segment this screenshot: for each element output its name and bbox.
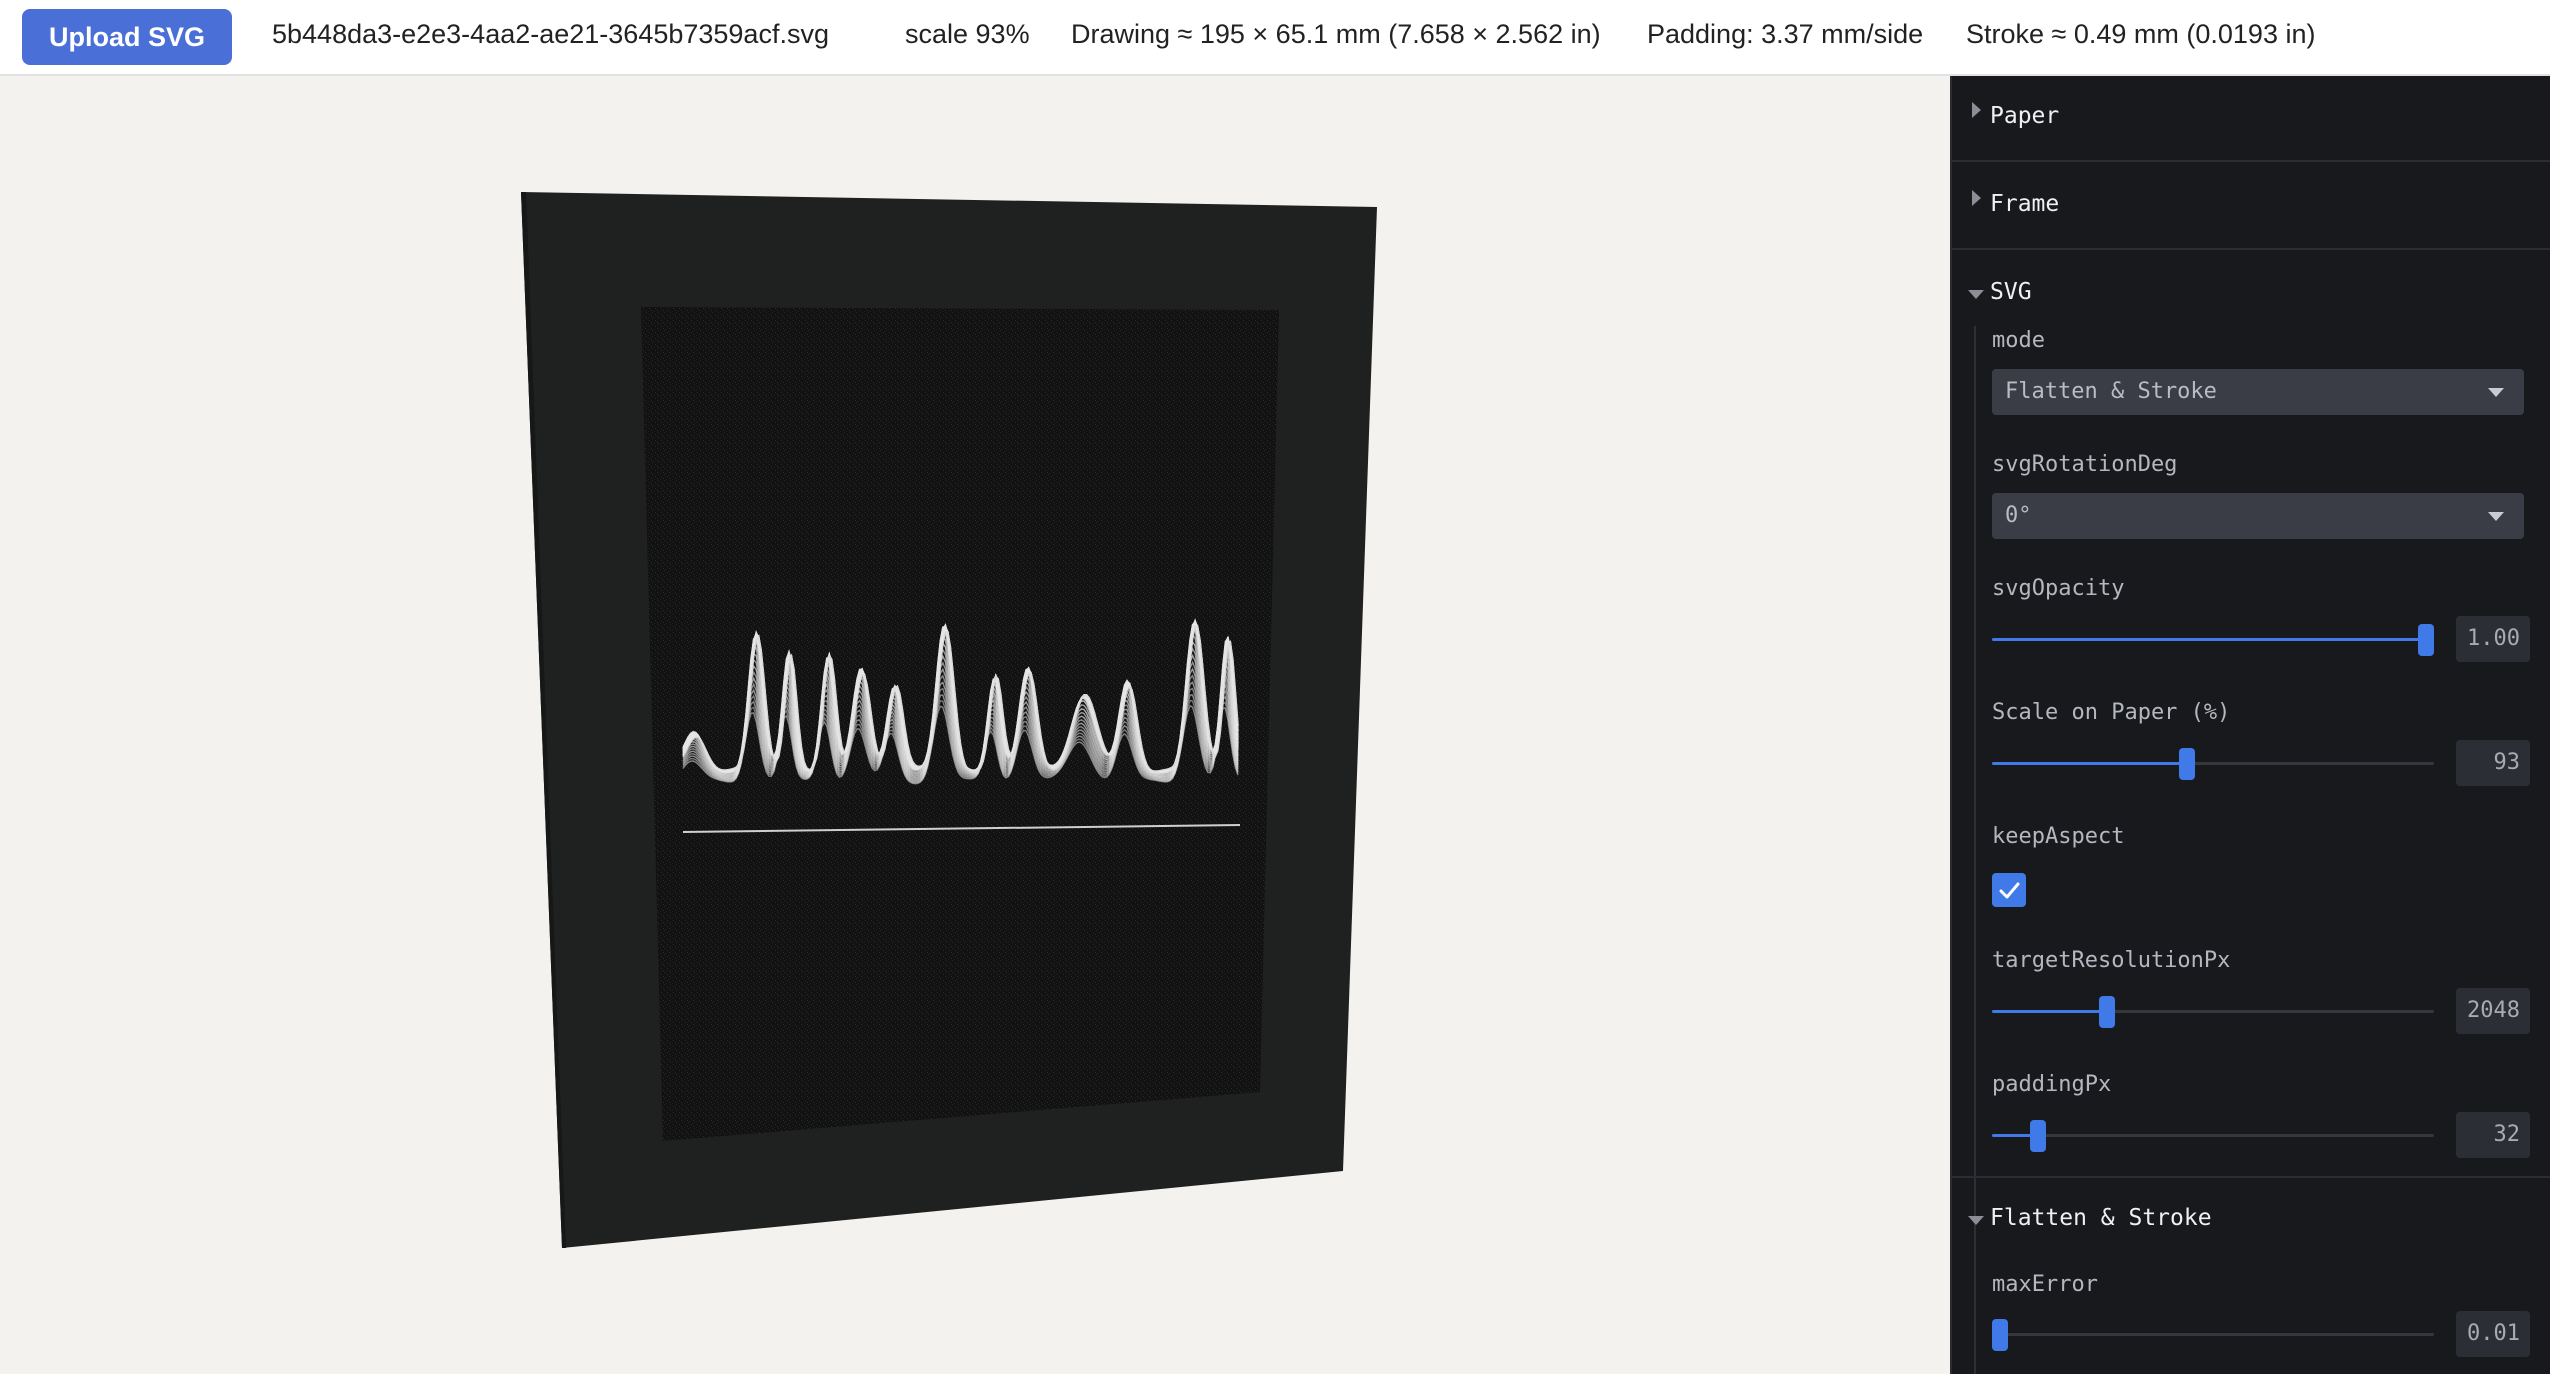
folder-svg[interactable]: SVG (1952, 252, 2550, 338)
max-error-label: maxError (1992, 1272, 2098, 1297)
chevron-down-icon (1968, 1216, 1984, 1225)
padding-slider[interactable] (1992, 1115, 2434, 1155)
resolution-label: targetResolutionPx (1992, 948, 2231, 973)
file-name: 5b448da3-e2e3-4aa2-ae21-3645b7359acf.svg (272, 19, 829, 49)
chevron-down-icon (1968, 290, 1984, 299)
chevron-down-icon (2488, 512, 2504, 521)
keep-aspect-checkbox[interactable] (1992, 873, 2026, 907)
opacity-label: svgOpacity (1992, 576, 2125, 601)
max-error-input[interactable]: 0.01 (2456, 1311, 2530, 1357)
scale-label: Scale on Paper (%) (1992, 700, 2231, 725)
rotation-label: svgRotationDeg (1992, 452, 2178, 477)
folder-frame-title: Frame (1990, 191, 2060, 217)
mode-label: mode (1992, 328, 2045, 353)
folder-frame[interactable]: Frame (1952, 164, 2550, 250)
rotation-select[interactable]: 0° (1992, 493, 2524, 539)
max-error-slider[interactable] (1992, 1314, 2434, 1354)
folder-svg-title: SVG (1990, 279, 2032, 305)
opacity-input[interactable]: 1.00 (2456, 616, 2530, 662)
padding-input[interactable]: 32 (2456, 1112, 2530, 1158)
scale-slider-handle[interactable] (2179, 748, 2196, 780)
scale-input[interactable]: 93 (2456, 740, 2530, 786)
preview-viewport[interactable] (0, 76, 1950, 1374)
top-bar: Upload SVG 5b448da3-e2e3-4aa2-ae21-3645b… (0, 0, 2550, 76)
resolution-input[interactable]: 2048 (2456, 988, 2530, 1034)
folder-flatten-stroke[interactable]: Flatten & Stroke (1952, 1176, 2550, 1262)
folder-flatten-title: Flatten & Stroke (1990, 1205, 2212, 1231)
opacity-slider[interactable] (1992, 619, 2434, 659)
checkmark-icon (1999, 882, 2020, 899)
padding-slider-handle[interactable] (2030, 1120, 2047, 1152)
opacity-slider-handle[interactable] (2418, 624, 2434, 656)
svg-folder-guide (1974, 326, 1976, 1256)
chevron-down-icon (2488, 388, 2504, 397)
upload-svg-button[interactable]: Upload SVG (22, 9, 232, 65)
framed-artwork-preview (521, 192, 1377, 1248)
drawing-size-readout: Drawing ≈ 195 × 65.1 mm (7.658 × 2.562 i… (1071, 19, 1601, 49)
resolution-slider[interactable] (1992, 991, 2434, 1031)
padding-label: paddingPx (1992, 1072, 2112, 1097)
folder-paper[interactable]: Paper (1952, 76, 2550, 162)
chevron-right-icon (1972, 190, 1981, 206)
resolution-slider-handle[interactable] (2098, 996, 2115, 1028)
flatten-folder-guide (1974, 1250, 1976, 1374)
rotation-value: 0° (2005, 503, 2032, 528)
scale-slider[interactable] (1992, 743, 2434, 783)
chevron-right-icon (1972, 102, 1981, 118)
max-error-slider-handle[interactable] (1992, 1319, 2008, 1351)
folder-paper-title: Paper (1990, 103, 2060, 129)
settings-panel: Paper Frame SVG mode Flatten & Stroke sv… (1950, 76, 2550, 1374)
scale-readout: scale 93% (905, 19, 1030, 49)
stroke-readout: Stroke ≈ 0.49 mm (0.0193 in) (1966, 19, 2316, 49)
padding-readout: Padding: 3.37 mm/side (1647, 19, 1924, 49)
keep-aspect-label: keepAspect (1992, 824, 2125, 849)
mode-select[interactable]: Flatten & Stroke (1992, 369, 2524, 415)
mode-value: Flatten & Stroke (2005, 379, 2217, 404)
